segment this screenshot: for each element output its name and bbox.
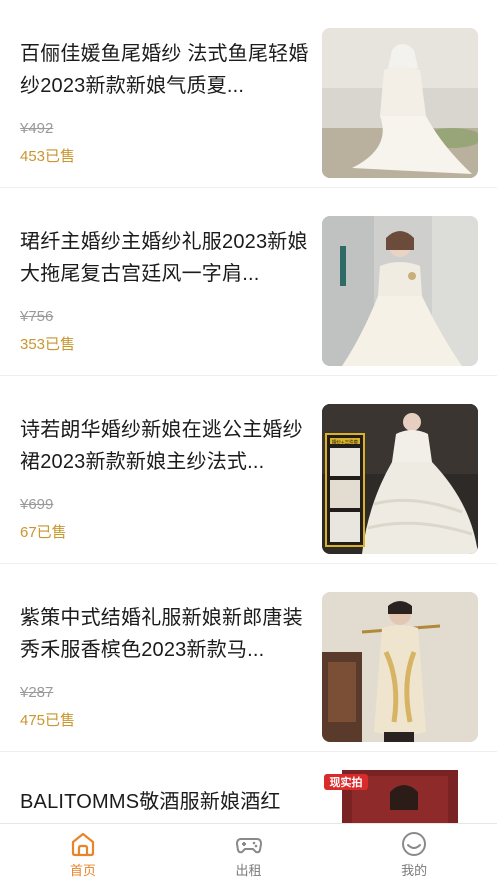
product-title: BALITOMMS敬酒服新娘酒红: [20, 791, 281, 813]
product-card[interactable]: 百俪佳媛鱼尾婚纱 法式鱼尾轻婚纱2023新款新娘气质夏... ¥492 453已…: [0, 0, 497, 188]
bottom-tab-bar: 首页 出租 我的: [0, 823, 497, 883]
real-shot-badge: 现实拍: [330, 775, 363, 789]
home-icon: [71, 832, 94, 857]
product-image[interactable]: [322, 216, 478, 366]
product-title: 诗若朗华婚纱新娘在逃公主婚纱裙2023新款新娘主纱法式...: [20, 419, 303, 473]
product-title: 百俪佳媛鱼尾婚纱 法式鱼尾轻婚纱2023新款新娘气质夏...: [20, 43, 309, 97]
tab-home-label: 首页: [69, 863, 96, 878]
product-card[interactable]: BALITOMMS敬酒服新娘酒红 现实拍: [0, 752, 497, 823]
product-image[interactable]: [322, 592, 478, 742]
product-card[interactable]: 诗若朗华婚纱新娘在逃公主婚纱裙2023新款新娘主纱法式... ¥699 67已售…: [0, 376, 497, 564]
inset-badge-text: 婚纱+三件套: [332, 439, 359, 446]
product-title: 紫策中式结婚礼服新娘新郎唐装秀禾服香槟色2023新款马...: [20, 607, 303, 661]
tab-mine[interactable]: 我的: [331, 824, 497, 883]
original-price: ¥699: [20, 496, 54, 513]
sold-count: 475已售: [20, 712, 76, 729]
product-card[interactable]: 珺纤主婚纱主婚纱礼服2023新娘大拖尾复古宫廷风一字肩... ¥756 353已…: [0, 188, 497, 376]
tab-home[interactable]: 首页: [0, 824, 166, 883]
product-title: 珺纤主婚纱主婚纱礼服2023新娘大拖尾复古宫廷风一字肩...: [20, 231, 308, 285]
sold-count: 353已售: [20, 336, 76, 353]
product-image[interactable]: 现实拍: [322, 770, 478, 823]
product-card[interactable]: 紫策中式结婚礼服新娘新郎唐装秀禾服香槟色2023新款马... ¥287 475已…: [0, 564, 497, 752]
original-price: ¥492: [20, 120, 54, 137]
tab-rent-label: 出租: [235, 863, 262, 878]
original-price: ¥287: [20, 684, 54, 701]
product-list[interactable]: 百俪佳媛鱼尾婚纱 法式鱼尾轻婚纱2023新款新娘气质夏... ¥492 453已…: [0, 0, 497, 823]
product-image[interactable]: [322, 28, 478, 178]
tab-mine-label: 我的: [401, 863, 428, 878]
app-root: 百俪佳媛鱼尾婚纱 法式鱼尾轻婚纱2023新款新娘气质夏... ¥492 453已…: [0, 0, 497, 883]
sold-count: 453已售: [20, 148, 76, 165]
gamepad-icon: [235, 838, 262, 854]
original-price: ¥756: [20, 308, 54, 325]
sold-count: 67已售: [20, 524, 67, 541]
tab-rent[interactable]: 出租: [166, 824, 332, 883]
smiley-face-icon: [402, 832, 427, 856]
product-image[interactable]: 婚纱+三件套: [322, 404, 478, 554]
